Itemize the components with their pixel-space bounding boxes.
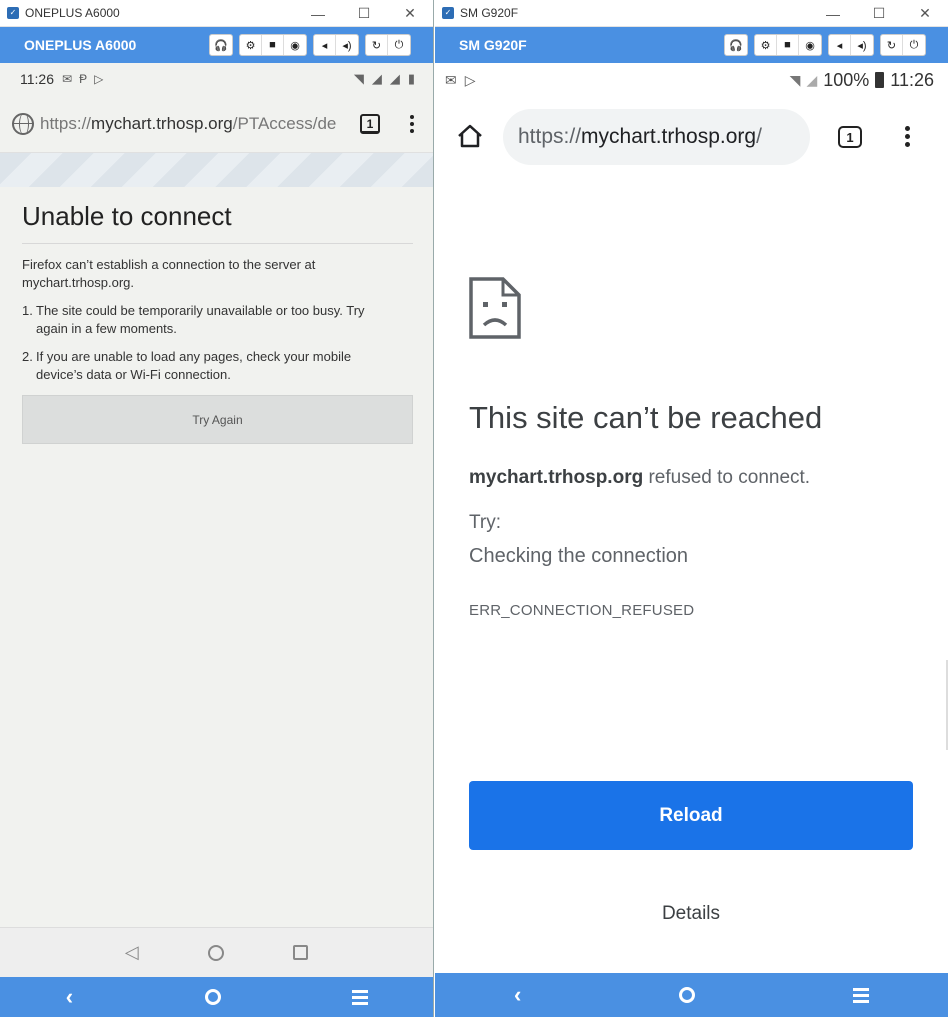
play-store-icon: ▷ <box>464 71 476 88</box>
back-icon[interactable]: ‹ <box>66 984 73 1010</box>
status-time: 11:26 <box>20 71 54 87</box>
wifi-icon: ◥ <box>353 71 364 86</box>
right-host-nav-bar: ‹ <box>435 973 948 1017</box>
headset-icon[interactable]: 🎧 <box>210 35 232 55</box>
gear-icon[interactable]: ⚙ <box>240 35 262 55</box>
right-device-window: ✓ SM G920F — ☐ ✕ SM G920F 🎧 ⚙ ■ ◉ ◂ ◂) ↻… <box>435 0 948 1017</box>
app-icon: ✓ <box>442 7 454 19</box>
camera-icon[interactable]: ■ <box>262 35 284 55</box>
right-phone-status-bar: ✉ ▷ ◥ ◢ 100% 11:26 <box>435 63 948 97</box>
camera-icon[interactable]: ■ <box>777 35 799 55</box>
rotate-icon[interactable]: ↻ <box>881 35 903 55</box>
list-item: 2. If you are unable to load any pages, … <box>22 349 352 382</box>
screenshot-icon[interactable]: ◉ <box>284 35 306 55</box>
back-triangle-icon[interactable]: ◁ <box>125 942 139 963</box>
error-code: ERR_CONNECTION_REFUSED <box>469 602 695 619</box>
globe-icon <box>12 112 34 135</box>
menu-kebab-icon[interactable] <box>905 126 910 147</box>
gear-icon[interactable]: ⚙ <box>755 35 777 55</box>
battery-percent: 100% <box>823 69 870 90</box>
app-icon: ✓ <box>7 7 19 19</box>
error-banner-stripe <box>0 153 433 187</box>
minimize-button[interactable]: — <box>295 0 341 27</box>
right-window-titlebar: ✓ SM G920F — ☐ ✕ <box>435 0 948 27</box>
signal-icon: ◢ <box>371 71 382 86</box>
app-p-icon: Ᵽ <box>79 72 88 86</box>
minimize-button[interactable]: — <box>810 0 856 27</box>
sad-page-icon <box>469 277 521 339</box>
maximize-button[interactable]: ☐ <box>856 0 902 27</box>
battery-icon <box>875 72 885 88</box>
right-window-title: SM G920F <box>460 6 519 20</box>
divider <box>22 243 413 244</box>
status-time: 11:26 <box>890 69 934 90</box>
try-again-button[interactable]: Try Again <box>22 395 413 444</box>
left-window-titlebar: ✓ ONEPLUS A6000 — ☐ ✕ <box>0 0 433 27</box>
signal-icon: ◢ <box>806 71 818 88</box>
menu-kebab-icon[interactable] <box>410 115 414 133</box>
right-browser-toolbar: https://mychart.trhosp.org/ 1 <box>435 97 948 177</box>
error-message: mychart.trhosp.org refused to connect. <box>469 467 811 488</box>
left-phone-nav-bar: ◁ <box>0 927 433 977</box>
power-icon[interactable]: ⏻ <box>388 35 410 55</box>
suggestion-text: Checking the connection <box>469 545 689 567</box>
try-label: Try: <box>469 512 502 533</box>
home-icon[interactable] <box>204 989 221 1005</box>
tab-count-button[interactable]: 1 <box>838 126 862 148</box>
right-device-name: SM G920F <box>459 37 527 53</box>
recents-square-icon[interactable] <box>293 945 309 960</box>
mail-icon: ✉ <box>62 72 73 86</box>
close-button[interactable]: ✕ <box>387 0 433 27</box>
tab-count-button[interactable]: 1 <box>360 114 380 134</box>
left-window-title: ONEPLUS A6000 <box>25 6 120 20</box>
play-store-icon: ▷ <box>94 72 104 86</box>
mail-icon: ✉ <box>445 71 457 88</box>
home-icon[interactable] <box>457 124 483 148</box>
volume-down-icon[interactable]: ◂ <box>314 35 336 55</box>
right-device-toolbar: SM G920F 🎧 ⚙ ■ ◉ ◂ ◂) ↻ ⏻ <box>435 27 948 63</box>
maximize-button[interactable]: ☐ <box>341 0 387 27</box>
error-description: Firefox can’t establish a connection to … <box>22 257 316 290</box>
error-title: This site can’t be reached <box>469 400 823 435</box>
menu-icon[interactable] <box>352 989 369 1005</box>
list-item: 1. The site could be temporarily unavail… <box>22 303 365 336</box>
right-address-bar[interactable]: https://mychart.trhosp.org / <box>503 109 810 165</box>
left-device-window: ✓ ONEPLUS A6000 — ☐ ✕ ONEPLUS A6000 🎧 ⚙ … <box>0 0 434 1017</box>
rotate-icon[interactable]: ↻ <box>366 35 388 55</box>
volume-down-icon[interactable]: ◂ <box>829 35 851 55</box>
battery-icon: ▮ <box>407 71 415 86</box>
screenshot-icon[interactable]: ◉ <box>799 35 821 55</box>
home-icon[interactable] <box>679 987 696 1003</box>
power-icon[interactable]: ⏻ <box>903 35 925 55</box>
left-phone-status-bar: 11:26 ✉ Ᵽ ▷ ◥ ◢ ◢ ▮ <box>0 63 433 95</box>
details-button[interactable]: Details <box>469 903 913 925</box>
left-device-toolbar: ONEPLUS A6000 🎧 ⚙ ■ ◉ ◂ ◂) ↻ ⏻ <box>0 27 433 63</box>
volume-up-icon[interactable]: ◂) <box>851 35 873 55</box>
close-button[interactable]: ✕ <box>902 0 948 27</box>
volume-up-icon[interactable]: ◂) <box>336 35 358 55</box>
signal-2-icon: ◢ <box>389 71 400 86</box>
left-device-name: ONEPLUS A6000 <box>24 37 137 53</box>
headset-icon[interactable]: 🎧 <box>725 35 747 55</box>
left-url-text[interactable]: https://mychart.trhosp.org/PTAccess/de <box>40 114 348 134</box>
menu-icon[interactable] <box>853 987 870 1003</box>
wifi-icon: ◥ <box>789 71 801 88</box>
reload-button[interactable]: Reload <box>469 781 913 850</box>
left-error-page: Unable to connect Firefox can’t establis… <box>0 187 433 927</box>
back-icon[interactable]: ‹ <box>514 982 521 1008</box>
left-host-nav-bar: ‹ <box>0 977 433 1017</box>
error-title: Unable to connect <box>22 201 232 231</box>
home-circle-icon[interactable] <box>207 944 224 961</box>
